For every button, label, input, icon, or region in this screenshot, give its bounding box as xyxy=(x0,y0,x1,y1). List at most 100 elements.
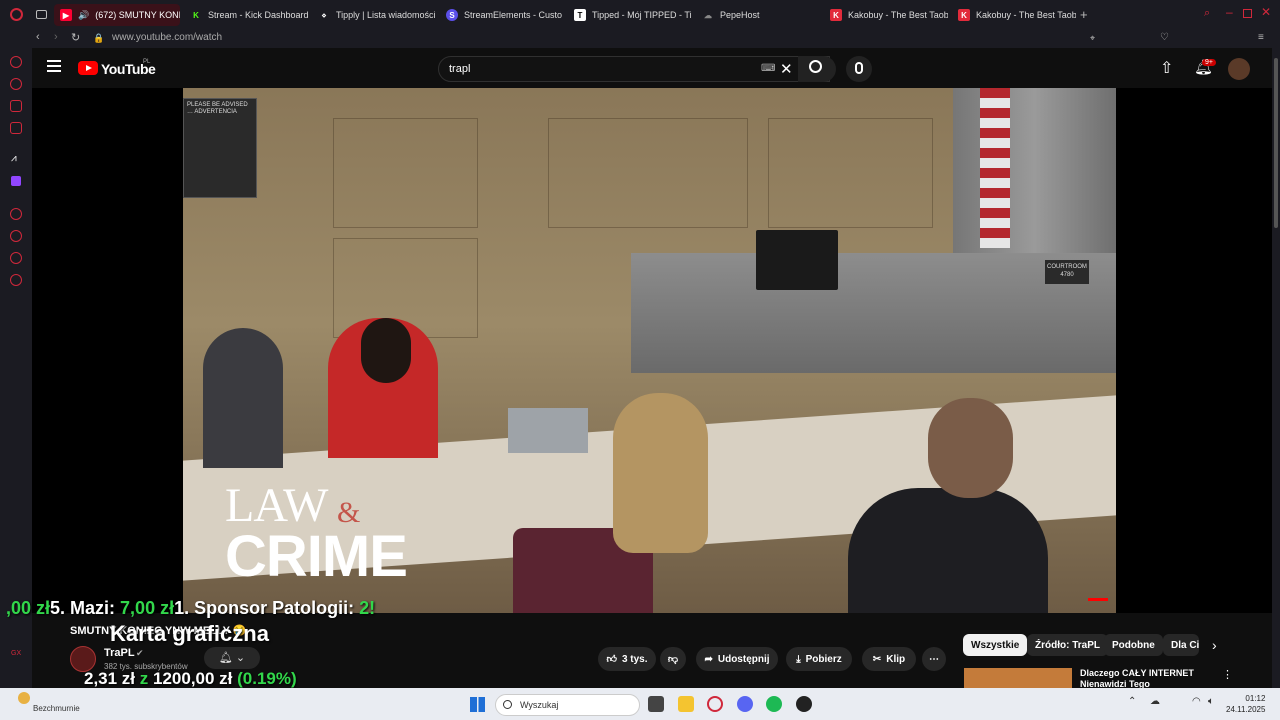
chip-all[interactable]: Wszystkie xyxy=(963,634,1028,656)
lock-icon: 🔒 xyxy=(93,33,105,43)
search-tabs-icon[interactable]: ⌕ xyxy=(1204,7,1210,20)
tab-kakobuy-2[interactable]: K Kakobuy - The Best Taob xyxy=(952,4,1076,26)
tab-pepehost[interactable]: ☁ PepeHost xyxy=(696,4,820,26)
notifications-badge: 9+ xyxy=(1202,59,1216,66)
more-actions-button[interactable]: ⋯ xyxy=(922,647,946,671)
chip-for-you[interactable]: Dla Ci xyxy=(1163,634,1199,656)
kick-favicon-icon: K xyxy=(193,10,199,20)
dislike-button[interactable]: 👎︎ xyxy=(660,647,686,671)
voice-search-button[interactable] xyxy=(846,56,872,82)
gx-logo-icon: GX xyxy=(11,650,22,657)
kick-icon[interactable]: ⩘ xyxy=(11,153,17,164)
tab-kick-dashboard[interactable]: K Stream - Kick Dashboard xyxy=(184,4,308,26)
system-clock[interactable]: 01:12 24.11.2025 xyxy=(1226,693,1265,715)
ticker-amount: 7,00 zł xyxy=(120,598,175,618)
recommended-video-thumbnail[interactable] xyxy=(964,668,1072,688)
clip-button[interactable]: ✂ Klip xyxy=(862,647,916,671)
avatar[interactable] xyxy=(1228,58,1250,80)
file-explorer-icon[interactable] xyxy=(678,696,694,712)
opera-gx-icon[interactable] xyxy=(707,696,723,712)
youtube-header: YouTube PL trapl ⌨ ✕ ⇧ 🔔︎ 9+ xyxy=(32,48,1272,88)
windows-start-icon[interactable] xyxy=(470,697,485,712)
upload-icon[interactable]: ⇧ xyxy=(1160,58,1173,78)
twitch-icon[interactable] xyxy=(11,176,21,186)
video-player[interactable]: PLEASE BE ADVISED … ADVERTENCIA COURTROO… xyxy=(32,88,1272,613)
tab-tipply[interactable]: ⋄ Tipply | Lista wiadomości xyxy=(312,4,436,26)
spotify-icon[interactable] xyxy=(766,696,782,712)
clear-search-icon[interactable]: ✕ xyxy=(780,60,793,78)
thumbs-up-icon: 👍︎ xyxy=(606,654,617,665)
url-text[interactable]: www.youtube.com/watch xyxy=(112,32,222,43)
maximize-icon[interactable] xyxy=(1243,9,1252,18)
discord-icon[interactable] xyxy=(737,696,753,712)
channel-name[interactable]: TraPL xyxy=(104,647,135,659)
scissors-icon: ✂ xyxy=(872,653,882,665)
verified-check-icon: ✔ xyxy=(136,648,144,658)
more-vertical-icon[interactable]: ⋮ xyxy=(1222,668,1233,681)
gx-corner-icon[interactable] xyxy=(10,78,22,90)
forward-arrow-icon[interactable]: › xyxy=(54,31,58,43)
chip-source[interactable]: Źródło: TraPL xyxy=(1027,634,1108,656)
bookmark-heart-icon[interactable]: ♡ xyxy=(1160,32,1169,43)
kakobuy-favicon-icon: K xyxy=(958,9,970,21)
tab-label: PepeHost xyxy=(720,10,760,20)
tab-kakobuy-1[interactable]: K Kakobuy - The Best Taob xyxy=(824,4,948,26)
network-tray-icon[interactable]: ☁ xyxy=(1150,696,1160,707)
prosecutor-hair xyxy=(613,393,708,553)
like-button[interactable]: 👍︎ 3 tys. xyxy=(598,647,656,671)
streamelements-favicon-icon: S xyxy=(446,9,458,21)
tab-streamelements[interactable]: S StreamElements - Custo xyxy=(440,4,564,26)
download-button[interactable]: ⤓ Pobierz xyxy=(786,647,852,671)
app-icon[interactable] xyxy=(796,696,812,712)
chevron-right-icon[interactable]: › xyxy=(1212,637,1217,653)
extensions-sidebar-icon[interactable] xyxy=(10,252,22,264)
wifi-icon[interactable]: ◠ xyxy=(1192,696,1201,707)
share-arrow-icon: ➦ xyxy=(704,653,713,665)
tab-tipped[interactable]: T Tipped - Mój TIPPED - Ti xyxy=(568,4,692,26)
search-input[interactable]: trapl ⌨ ✕ xyxy=(438,56,830,82)
taskbar-search-input[interactable]: Wyszukaj xyxy=(495,694,640,716)
subscribed-bell-button[interactable]: 🔔︎ ⌄ xyxy=(204,647,260,669)
goal-current: 2,31 zł xyxy=(84,669,136,688)
tab-label: Tipped - Mój TIPPED - Ti xyxy=(592,10,692,20)
minimize-icon[interactable]: – xyxy=(1226,5,1233,19)
keyboard-icon[interactable]: ⌨ xyxy=(761,63,775,74)
task-view-icon[interactable] xyxy=(648,696,664,712)
donation-ticker: ,00 zł5. Mazi: 7,00 zł1. Sponsor Patolog… xyxy=(6,598,406,620)
hamburger-menu-icon[interactable] xyxy=(47,60,61,72)
youtube-favicon-icon: ▶ xyxy=(60,9,72,21)
history-icon[interactable] xyxy=(10,230,22,242)
settings-gear-icon[interactable] xyxy=(10,274,22,286)
new-tab-plus-icon[interactable]: + xyxy=(1080,7,1088,22)
tab-youtube[interactable]: ▶ 🔊 (672) SMUTNY KONIE xyxy=(54,4,180,26)
extensions-icon[interactable]: ⌖ xyxy=(1090,33,1095,44)
close-window-icon[interactable]: ✕ xyxy=(1261,5,1271,19)
video-frame[interactable]: PLEASE BE ADVISED … ADVERTENCIA COURTROO… xyxy=(183,88,1116,613)
back-arrow-icon[interactable]: ‹ xyxy=(36,31,40,43)
search-button[interactable] xyxy=(798,56,836,82)
instagram-icon[interactable] xyxy=(10,122,22,134)
tab-label: Kakobuy - The Best Taob xyxy=(976,10,1076,20)
microphone-icon xyxy=(855,62,863,74)
tipped-favicon-icon: T xyxy=(574,9,586,21)
taskbar-search-placeholder: Wyszukaj xyxy=(520,700,559,710)
weather-text[interactable]: Bezchmurnie xyxy=(33,704,80,713)
weather-icon[interactable] xyxy=(18,692,30,704)
player-icon[interactable] xyxy=(10,208,22,220)
reload-icon[interactable]: ↻ xyxy=(71,31,80,44)
messenger-icon[interactable] xyxy=(10,100,22,112)
share-button[interactable]: ➦ Udostępnij xyxy=(696,647,778,671)
volume-icon[interactable]: 🔈︎ xyxy=(1208,696,1214,707)
download-icon: ⤓ xyxy=(796,653,801,665)
gx-control-icon[interactable] xyxy=(10,56,22,68)
easy-setup-icon[interactable]: ≡ xyxy=(1258,32,1264,43)
progress-marker[interactable] xyxy=(1088,598,1108,601)
workspaces-icon[interactable] xyxy=(36,10,47,19)
chevron-up-icon[interactable]: ⌃ xyxy=(1128,696,1136,707)
opera-gx-menu-icon[interactable] xyxy=(10,8,23,21)
goal-title: Karta graficzna xyxy=(110,621,269,646)
chip-related[interactable]: Podobne xyxy=(1104,634,1163,656)
wall-panel xyxy=(768,118,933,228)
page-scrollbar[interactable] xyxy=(1272,48,1280,688)
youtube-logo-icon[interactable] xyxy=(78,61,98,75)
